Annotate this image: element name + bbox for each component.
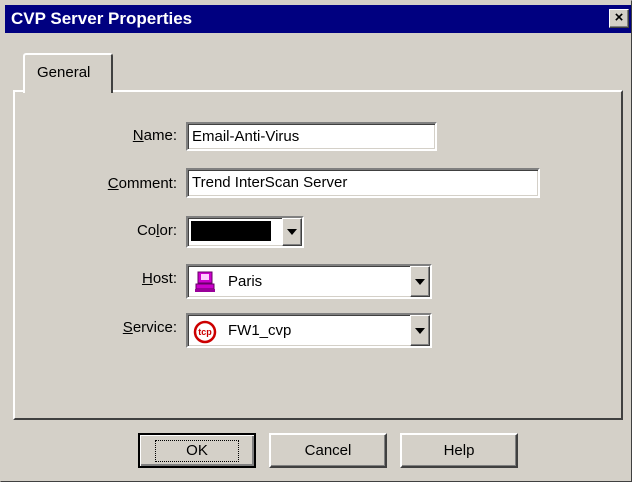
color-label: Color:: [136, 222, 177, 239]
title-bar[interactable]: CVP Server Properties ×: [5, 5, 631, 33]
name-input[interactable]: Email-Anti-Virus: [186, 122, 437, 151]
service-value: FW1_cvp: [228, 322, 292, 339]
dialog-window: CVP Server Properties × General Name: Em…: [0, 0, 632, 482]
help-label: Help: [443, 442, 475, 459]
tcp-service-icon: tcp: [193, 319, 219, 344]
help-button[interactable]: Help: [400, 433, 518, 468]
name-value: Email-Anti-Virus: [192, 128, 300, 145]
color-swatch: [191, 221, 271, 241]
ok-label: OK: [155, 440, 239, 462]
color-dropdown-button[interactable]: [282, 218, 302, 246]
service-dropdown-button[interactable]: [410, 315, 430, 346]
tab-general-label: General: [37, 64, 91, 81]
cancel-button[interactable]: Cancel: [269, 433, 387, 468]
host-value: Paris: [228, 273, 263, 290]
host-label: Host:: [141, 270, 177, 287]
comment-label: Comment:: [107, 175, 177, 192]
name-label: Name:: [132, 127, 177, 144]
cancel-label: Cancel: [304, 442, 352, 459]
comment-input[interactable]: Trend InterScan Server: [186, 168, 540, 198]
host-dropdown-button[interactable]: [410, 266, 430, 297]
color-select[interactable]: [186, 216, 304, 248]
ok-button[interactable]: OK: [138, 433, 256, 468]
close-button[interactable]: ×: [609, 9, 629, 28]
window-title: CVP Server Properties: [11, 9, 193, 28]
close-icon: ×: [614, 9, 624, 26]
host-computer-icon: [193, 270, 219, 294]
service-label: Service:: [122, 319, 177, 336]
tab-general[interactable]: General: [23, 53, 113, 93]
comment-value: Trend InterScan Server: [192, 174, 348, 191]
svg-text:tcp: tcp: [198, 327, 212, 337]
service-select[interactable]: tcp FW1_cvp: [186, 313, 432, 348]
host-select[interactable]: Paris: [186, 264, 432, 299]
